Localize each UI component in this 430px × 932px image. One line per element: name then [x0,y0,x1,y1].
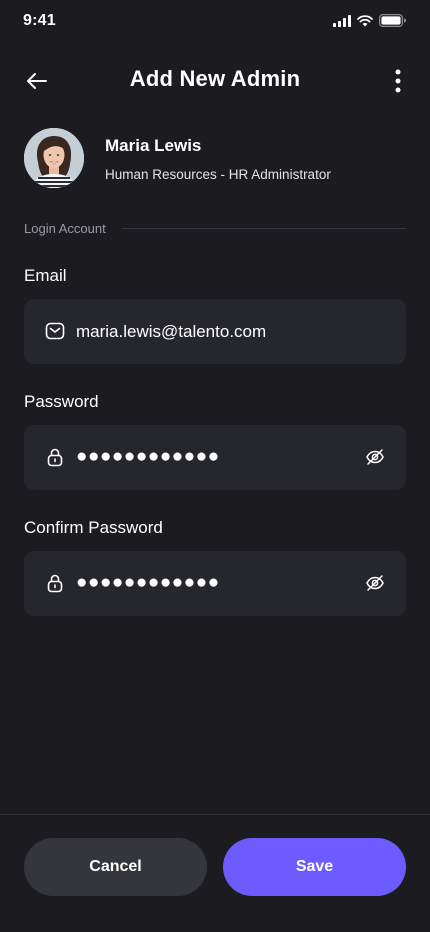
email-field[interactable]: maria.lewis@talento.com [24,299,406,364]
mail-icon [44,320,66,342]
password-label: Password [24,392,99,411]
nav-bar: Add New Admin [0,58,430,102]
confirm-password-field[interactable]: ●●●●●●●●●●●● [24,551,406,616]
battery-icon [379,14,406,27]
wifi-icon [357,14,373,26]
cancel-button[interactable]: Cancel [24,838,207,896]
password-field[interactable]: ●●●●●●●●●●●● [24,425,406,490]
page-title: Add New Admin [129,66,301,91]
footer-divider [0,814,430,815]
password-value: ●●●●●●●●●●●● [76,446,220,467]
status-bar: 9:41 [0,0,430,44]
confirm-password-label: Confirm Password [24,518,163,537]
avatar-image [24,128,84,188]
section-header: Login Account [24,219,406,237]
profile-role: Human Resources - HR Administrator [105,167,331,182]
email-value: maria.lewis@talento.com [76,322,267,341]
lock-icon [44,572,66,594]
save-button[interactable]: Save [223,838,406,896]
cellular-signal-icon [333,14,351,27]
more-options-button[interactable] [390,66,406,96]
section-label: Login Account [24,220,106,236]
lock-icon [44,446,66,468]
more-vertical-icon [395,69,401,93]
admin-profile: Maria Lewis Human Resources - HR Adminis… [24,128,406,190]
status-time: 9:41 [23,12,56,29]
eye-slash-icon[interactable] [364,446,386,468]
confirm-password-value: ●●●●●●●●●●●● [76,572,220,593]
profile-name: Maria Lewis [105,136,202,155]
avatar [24,128,84,188]
status-icons [333,14,406,27]
eye-slash-icon[interactable] [364,572,386,594]
email-label: Email [24,266,67,285]
section-divider [121,227,406,229]
